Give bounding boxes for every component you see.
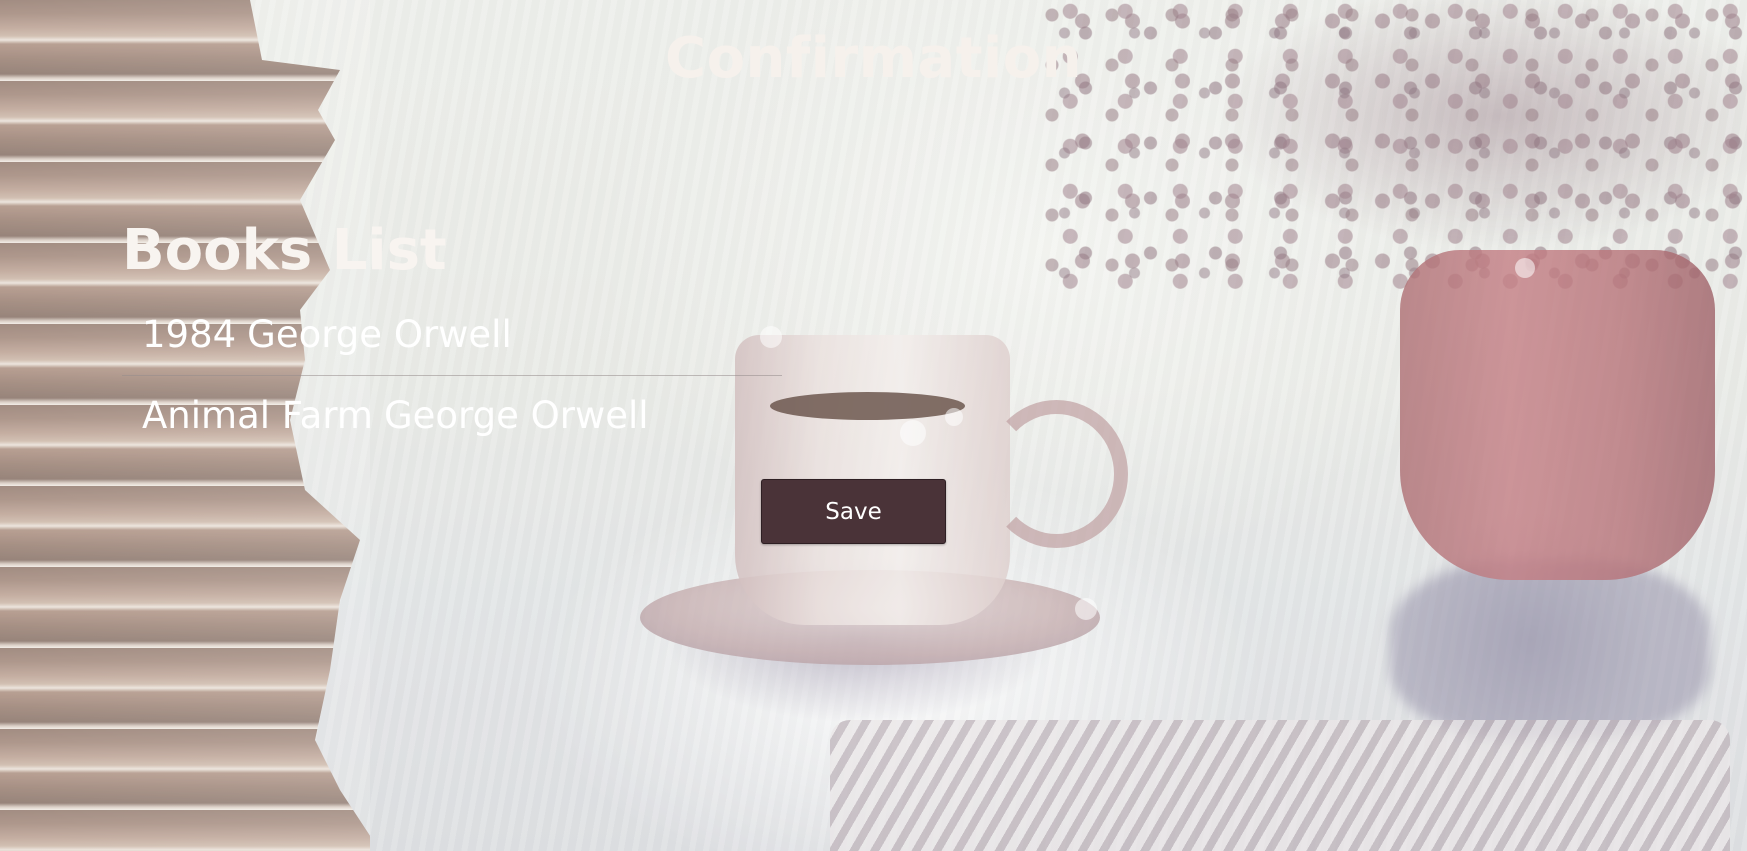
- save-button[interactable]: Save: [761, 479, 946, 544]
- book-author: George Orwell: [247, 313, 512, 356]
- books-list-heading: Books List: [122, 218, 447, 283]
- confirmation-page: Confirmation Books List 1984 George Orwel…: [0, 0, 1747, 851]
- page-title: Confirmation: [0, 26, 1747, 91]
- page-title-text: Confirmation: [664, 26, 1083, 91]
- book-title: Animal Farm: [142, 394, 373, 437]
- book-author: George Orwell: [383, 394, 649, 437]
- book-list-item: 1984 George Orwell: [122, 296, 782, 376]
- book-title: 1984: [142, 313, 237, 356]
- books-list: 1984 George Orwell Animal Farm George Orwe…: [122, 313, 782, 456]
- main-content: Confirmation Books List 1984 George Orwel…: [0, 0, 1747, 851]
- book-list-item: Animal Farm George Orwell: [122, 376, 782, 456]
